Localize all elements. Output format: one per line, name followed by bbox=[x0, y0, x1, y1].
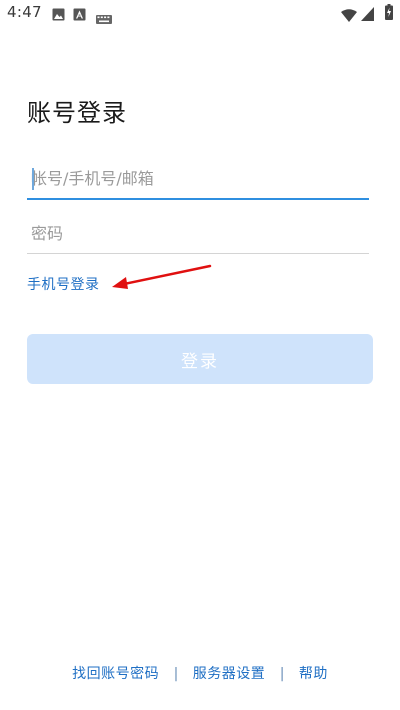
status-time: 4:47 bbox=[7, 3, 42, 21]
annotation-arrow-icon bbox=[112, 264, 212, 289]
server-settings-link[interactable]: 服务器设置 bbox=[193, 666, 266, 682]
password-input[interactable] bbox=[27, 213, 369, 253]
footer-separator: | bbox=[279, 666, 285, 682]
footer-separator: | bbox=[173, 666, 179, 682]
text-a-icon bbox=[73, 6, 86, 25]
text-cursor bbox=[32, 168, 34, 190]
keyboard-icon bbox=[96, 9, 112, 28]
image-icon bbox=[52, 6, 65, 25]
retrieve-password-link[interactable]: 找回账号密码 bbox=[72, 666, 159, 682]
help-link[interactable]: 帮助 bbox=[299, 666, 328, 682]
page-title: 账号登录 bbox=[27, 99, 127, 127]
battery-charging-icon bbox=[385, 4, 393, 24]
login-button[interactable]: 登录 bbox=[27, 334, 373, 384]
password-field-container bbox=[27, 213, 369, 254]
footer-links: 找回账号密码 | 服务器设置 | 帮助 bbox=[0, 663, 400, 683]
account-input[interactable] bbox=[27, 158, 369, 198]
status-bar: 4:47 bbox=[0, 0, 400, 28]
phone-login-link[interactable]: 手机号登录 bbox=[27, 274, 100, 294]
wifi-icon bbox=[341, 7, 357, 26]
account-field-container bbox=[27, 158, 369, 200]
signal-icon bbox=[361, 6, 374, 25]
